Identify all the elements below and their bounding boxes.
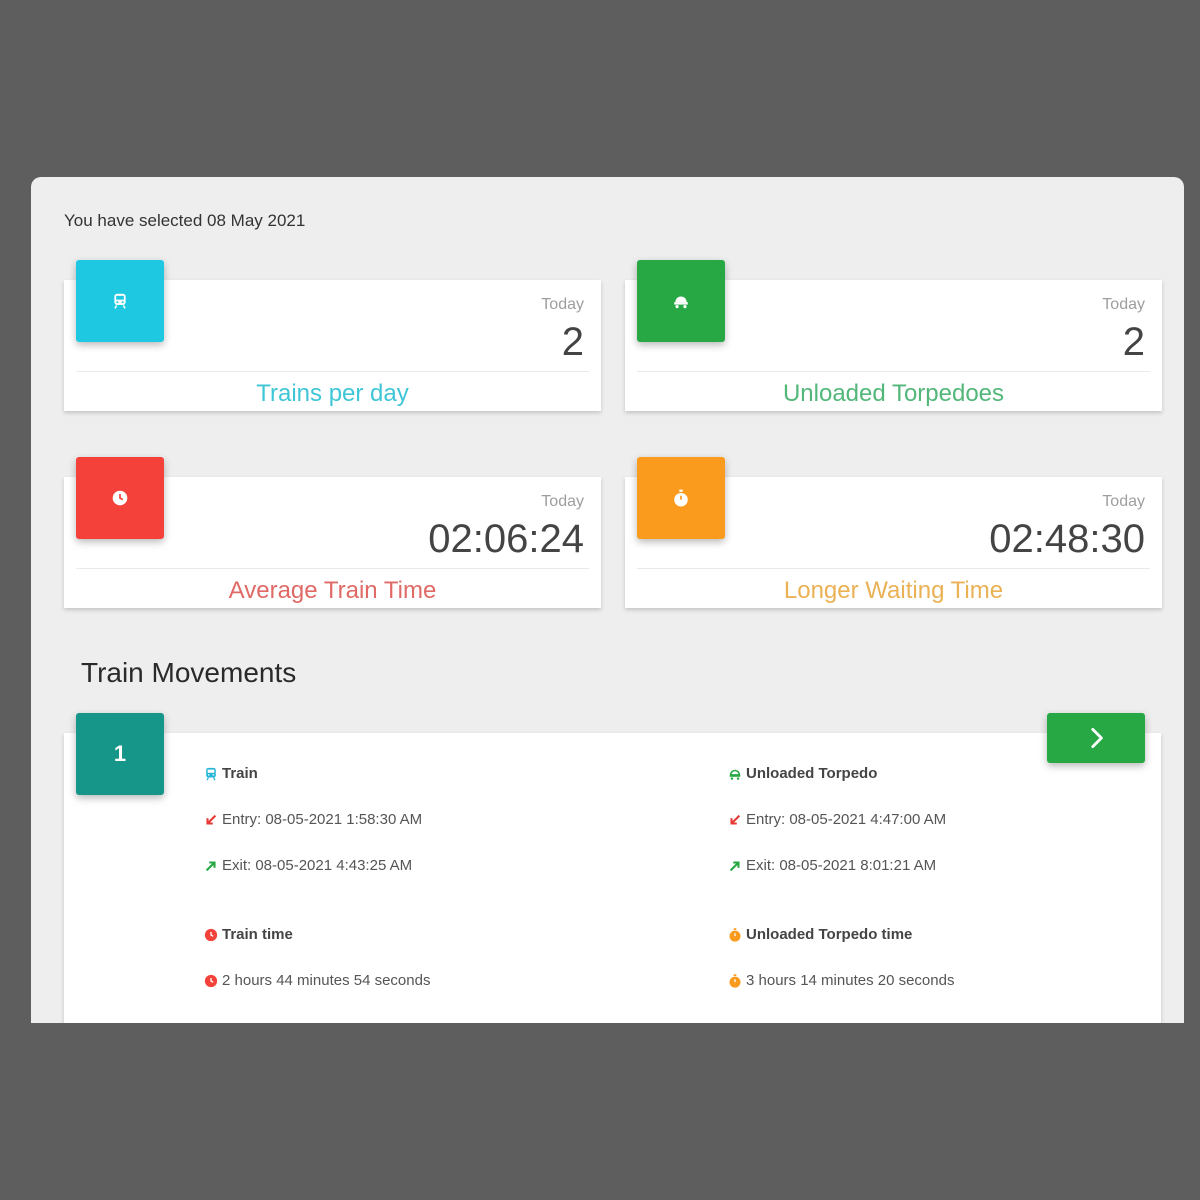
dashboard-panel: You have selected 08 May 2021 Today 2 Tr… [31,177,1184,1023]
stat-card-trains: Today 2 Trains per day [64,260,601,411]
torpedo-exit-text: Exit: 08-05-2021 8:01:21 AM [746,857,937,874]
torpedo-icon [729,769,741,780]
divider [76,568,589,569]
torpedo-exit: Exit: 08-05-2021 8:01:21 AM [728,857,936,874]
torpedo-time-heading: Unloaded Torpedo time [728,926,912,943]
entry-arrow-icon [206,814,217,825]
stat-value: 2 [1122,320,1145,364]
clock-icon [76,457,164,539]
stat-value: 2 [561,320,584,364]
section-title: Train Movements [81,657,297,688]
torpedo-icon [637,260,725,342]
train-heading-label: Train [222,765,258,782]
stat-card-average-train-time: Today 02:06:24 Average Train Time [64,457,601,608]
stopwatch-icon [637,457,725,539]
divider [637,568,1150,569]
train-entry: Entry: 08-05-2021 1:58:30 AM [204,811,422,828]
stat-label: Trains per day [256,380,409,407]
stat-card-longer-waiting-time: Today 02:48:30 Longer Waiting Time [625,457,1162,608]
torpedo-heading-label: Unloaded Torpedo [746,765,878,782]
divider [76,371,589,372]
stopwatch-icon [729,973,741,988]
torpedo-time-value: 3 hours 14 minutes 20 seconds [728,972,954,989]
train-icon [76,260,164,342]
movement-index-badge: 1 [76,713,164,795]
stat-period: Today [1102,296,1145,313]
train-exit: Exit: 08-05-2021 4:43:25 AM [204,857,412,874]
torpedo-time-heading-label: Unloaded Torpedo time [746,926,913,943]
clock-icon [204,928,218,941]
torpedo-entry: Entry: 08-05-2021 4:47:00 AM [728,811,946,828]
torpedo-entry-text: Entry: 08-05-2021 4:47:00 AM [746,811,947,828]
train-time-heading-label: Train time [222,926,293,943]
stat-label: Longer Waiting Time [783,577,1004,604]
stat-period: Today [541,493,584,510]
torpedo-heading: Unloaded Torpedo [728,765,877,782]
chevron-right-icon [1091,727,1103,749]
divider [637,371,1150,372]
torpedo-time-value-text: 3 hours 14 minutes 20 seconds [746,972,955,989]
stat-period: Today [541,296,584,313]
stat-value: 02:06:24 [428,517,584,561]
stat-label: Average Train Time [228,577,437,604]
train-entry-text: Entry: 08-05-2021 1:58:30 AM [222,811,423,828]
train-time-value-text: 2 hours 44 minutes 54 seconds [222,972,431,989]
train-time-heading: Train time [204,926,293,943]
entry-arrow-icon [730,814,741,825]
train-heading: Train [204,765,258,782]
next-button[interactable] [1047,713,1145,763]
train-exit-text: Exit: 08-05-2021 4:43:25 AM [222,857,413,874]
train-time-value: 2 hours 44 minutes 54 seconds [204,972,430,989]
stat-value: 02:48:30 [989,517,1145,561]
stat-card-torpedoes: Today 2 Unloaded Torpedoes [625,260,1162,411]
stopwatch-icon [729,927,741,942]
selected-date-text: You have selected 08 May 2021 [64,211,306,230]
train-movement-card: 1 Train Entry: 08-05-2021 1:58:30 AM Exi… [64,713,1161,1023]
train-icon [206,767,216,780]
exit-arrow-icon [729,860,740,871]
stat-period: Today [1102,493,1145,510]
stat-label: Unloaded Torpedoes [782,380,1005,407]
clock-icon [204,974,218,987]
exit-arrow-icon [205,860,216,871]
